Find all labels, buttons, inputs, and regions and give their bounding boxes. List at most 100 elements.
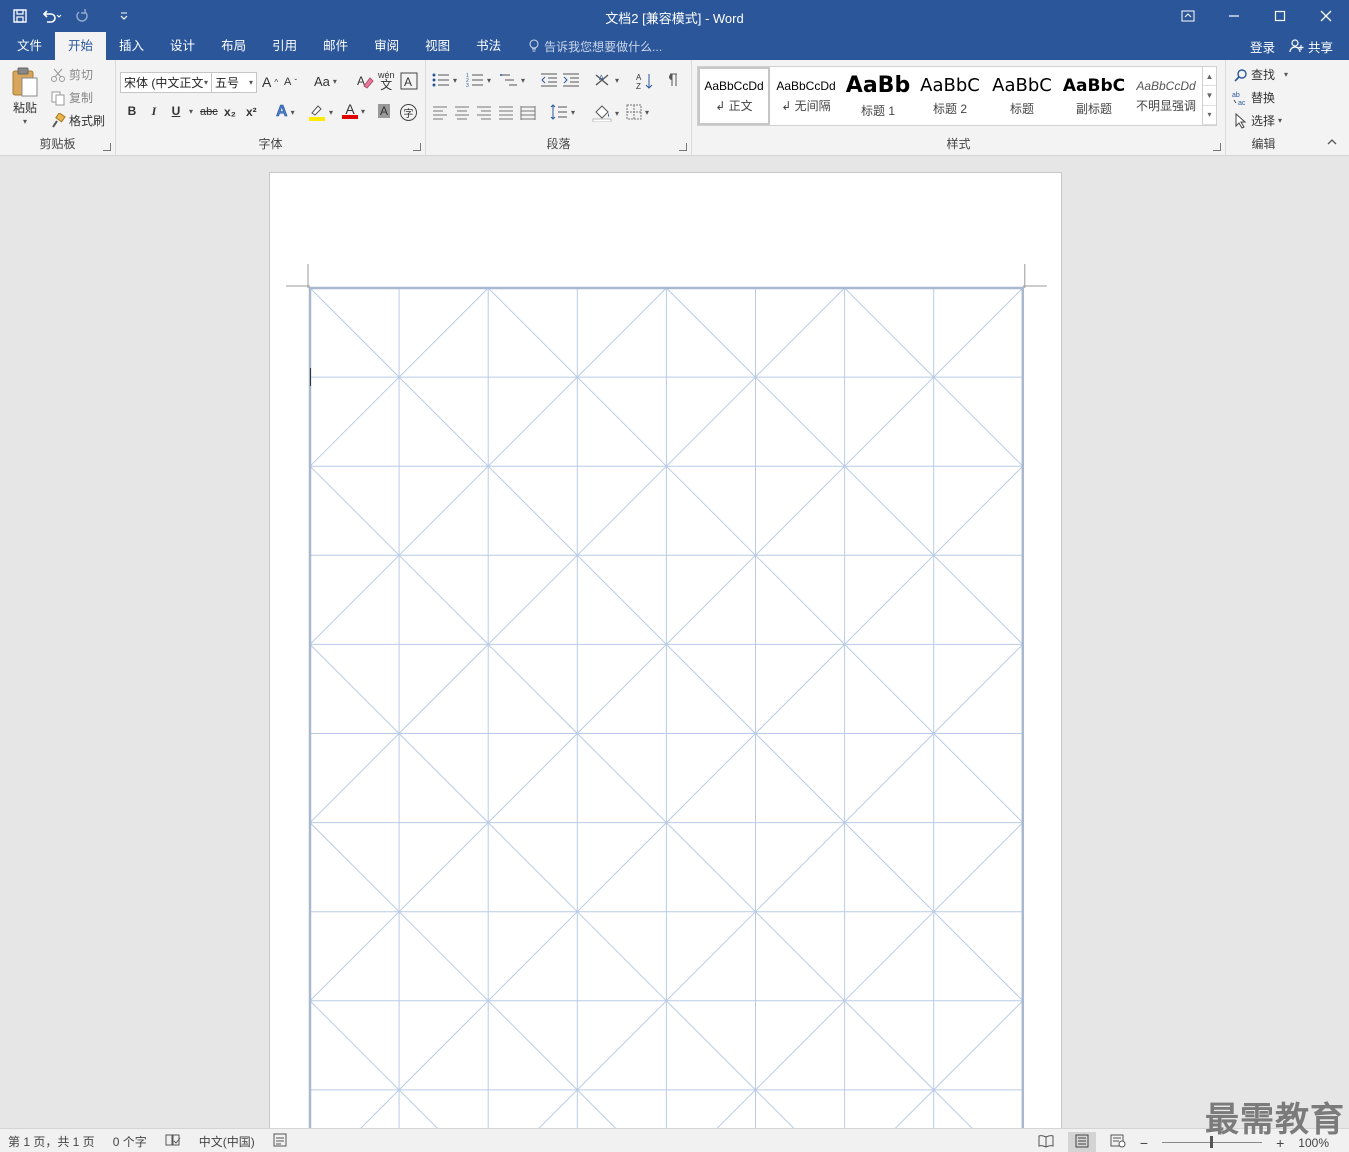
align-center-icon[interactable] [454, 106, 470, 120]
style-item-4[interactable]: AaBbC 标题 [986, 67, 1058, 125]
increase-indent-icon[interactable] [562, 72, 580, 88]
ribbon-display-options-icon[interactable] [1165, 0, 1211, 32]
grid-diagonal [576, 287, 667, 378]
style-item-2[interactable]: AaBb 标题 1 [842, 67, 914, 125]
sort-icon[interactable]: AZ [636, 72, 654, 90]
superscript-button[interactable]: x² [246, 105, 257, 119]
shading-button[interactable]: ▾ [592, 104, 619, 122]
font-name-combo[interactable]: 宋体 (中文正文 ▾ [120, 72, 212, 93]
collapse-ribbon-icon[interactable] [1326, 138, 1338, 146]
borders-button[interactable]: ▾ [626, 104, 649, 120]
font-size-combo[interactable]: 五号 ▾ [211, 72, 257, 93]
web-layout-icon[interactable] [1110, 1134, 1126, 1151]
numbering-button[interactable]: 1 2 3 ▾ [466, 72, 491, 88]
find-button[interactable]: 查找 ▾ [1234, 66, 1288, 83]
tab-4[interactable]: 布局 [208, 32, 259, 60]
justify-icon[interactable] [498, 106, 514, 120]
style-item-5[interactable]: AaBbC 副标题 [1058, 67, 1130, 125]
phonetic-guide-button[interactable]: wén 文 [378, 70, 395, 92]
grid-diagonal [360, 1089, 400, 1128]
grid-diagonal [933, 554, 1024, 645]
phonetic-bottom-text: 文 [380, 78, 393, 92]
style-item-0[interactable]: AaBbCcDd ↲ 正文 [698, 67, 770, 125]
grid-diagonal [844, 911, 935, 1002]
paste-button[interactable]: 粘贴 ▾ [10, 66, 40, 126]
macro-recording-icon[interactable] [273, 1133, 287, 1150]
page-count[interactable]: 第 1 页，共 1 页 [8, 1133, 95, 1150]
svg-text:3: 3 [466, 83, 469, 88]
tab-5[interactable]: 引用 [259, 32, 310, 60]
grid-diagonal [398, 644, 489, 734]
enclose-characters-button[interactable]: 字 [400, 104, 417, 121]
clipboard-launcher-icon[interactable] [103, 143, 111, 151]
borders-dropdown-icon: ▾ [645, 107, 650, 117]
format-painter-button[interactable]: 格式刷 [50, 112, 105, 129]
tab-9[interactable]: 书法 [463, 32, 514, 60]
subscript-button[interactable]: x₂ [224, 105, 236, 119]
styles-scroll-up-icon[interactable]: ▲ [1203, 67, 1216, 87]
character-shading-button[interactable]: A [378, 104, 391, 118]
copy-button[interactable]: 复制 [50, 89, 93, 106]
tab-3[interactable]: 设计 [157, 32, 208, 60]
tab-6[interactable]: 邮件 [310, 32, 361, 60]
document-page[interactable] [269, 172, 1062, 1128]
multilevel-list-button[interactable]: ▾ [500, 72, 525, 88]
grid-diagonal [666, 822, 756, 913]
font-color-button[interactable]: A ▾ [342, 102, 365, 119]
styles-scroll-down-icon[interactable]: ▼ [1203, 86, 1216, 106]
maximize-icon[interactable] [1257, 0, 1303, 32]
clipboard-group-label: 剪贴板 [39, 137, 76, 151]
tell-me-box[interactable]: 告诉我您想要做什么... [528, 32, 662, 60]
tab-8[interactable]: 视图 [412, 32, 463, 60]
language-indicator[interactable]: 中文(中国) [199, 1133, 255, 1150]
character-border-icon[interactable]: A [400, 72, 418, 90]
font-launcher-icon[interactable] [413, 143, 421, 151]
style-item-1[interactable]: AaBbCcDd ↲ 无间隔 [770, 67, 842, 125]
grid-diagonal [487, 911, 578, 1002]
zoom-out-button[interactable]: − [1140, 1135, 1148, 1151]
grid-diagonal [755, 644, 845, 734]
align-left-icon[interactable] [432, 106, 448, 120]
proofing-icon[interactable] [165, 1133, 181, 1150]
replace-button[interactable]: ab ac 替换 [1232, 89, 1275, 106]
italic-button[interactable]: I [144, 104, 164, 119]
sign-in-link[interactable]: 登录 [1250, 37, 1275, 56]
strikethrough-button[interactable]: abc [200, 106, 218, 118]
tab-0[interactable]: 文件 [4, 32, 55, 60]
line-spacing-button[interactable]: ▾ [550, 104, 575, 120]
tab-7[interactable]: 审阅 [361, 32, 412, 60]
shrink-font-button[interactable]: Aˇ [284, 76, 297, 88]
tab-2[interactable]: 插入 [106, 32, 157, 60]
close-icon[interactable] [1303, 0, 1349, 32]
paste-dropdown-icon[interactable]: ▾ [23, 117, 27, 126]
paragraph-launcher-icon[interactable] [679, 143, 687, 151]
bold-button[interactable]: B [122, 104, 142, 118]
style-item-3[interactable]: AaBbC 标题 2 [914, 67, 986, 125]
styles-launcher-icon[interactable] [1213, 143, 1221, 151]
chinese-layout-button[interactable]: A ▾ [594, 72, 619, 88]
underline-button[interactable]: U ▾ [166, 104, 193, 118]
tab-1[interactable]: 开始 [55, 32, 107, 60]
change-case-button[interactable]: Aa ▾ [314, 74, 337, 89]
zoom-slider[interactable] [1162, 1136, 1263, 1148]
text-effects-button[interactable]: A ▾ [276, 103, 295, 121]
minimize-icon[interactable] [1211, 0, 1257, 32]
bullets-button[interactable]: ▾ [432, 72, 457, 88]
select-button[interactable]: 选择 ▾ [1234, 112, 1282, 129]
share-button[interactable]: 共享 [1289, 37, 1333, 56]
decrease-indent-icon[interactable] [540, 72, 558, 88]
distributed-icon[interactable] [520, 106, 536, 120]
cursor-arrow-icon [1235, 112, 1247, 129]
read-mode-icon[interactable] [1038, 1134, 1054, 1151]
cut-button[interactable]: 剪切 [50, 66, 93, 83]
shrink-font-glyph: A [284, 76, 292, 88]
word-count[interactable]: 0 个字 [113, 1133, 147, 1150]
grow-font-button[interactable]: A ^ [262, 74, 278, 90]
style-item-6[interactable]: AaBbCcDd 不明显强调 [1130, 67, 1202, 125]
align-right-icon[interactable] [476, 106, 492, 120]
print-layout-icon[interactable] [1067, 1132, 1096, 1152]
show-formatting-marks-icon[interactable] [666, 72, 680, 88]
clear-formatting-icon[interactable]: A [356, 72, 374, 90]
highlight-button[interactable]: ▾ [308, 103, 333, 121]
styles-more-icon[interactable]: ▾ [1203, 106, 1216, 125]
